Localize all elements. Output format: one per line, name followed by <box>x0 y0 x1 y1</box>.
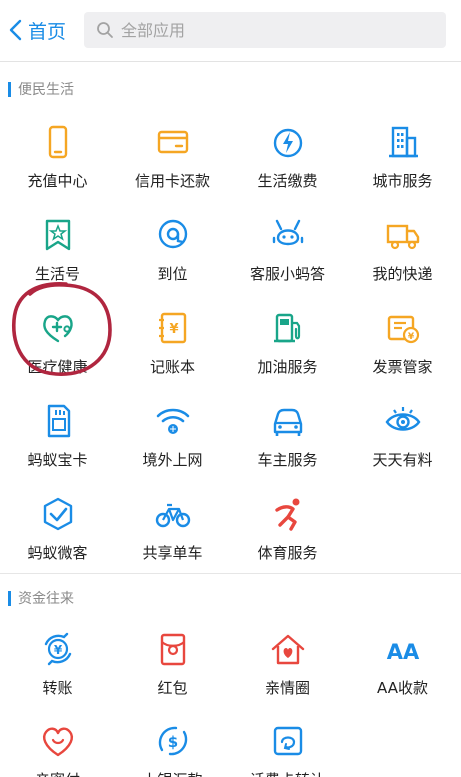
app-item-label: 上银汇款 <box>142 769 202 777</box>
app-item-label: 亲情圈 <box>264 679 310 697</box>
credit-card-icon <box>153 122 193 162</box>
app-item[interactable]: AA AA收款 <box>345 615 460 707</box>
app-item[interactable]: 我的快递 <box>345 201 460 293</box>
section-title: 资金往来 <box>18 591 74 607</box>
app-item-label: 红包 <box>157 679 188 697</box>
app-item[interactable]: 蚂蚁宝卡 <box>0 387 115 479</box>
app-item[interactable]: ¥ 转账 <box>0 615 115 707</box>
app-item-label: 体育服务 <box>257 544 318 562</box>
app-item[interactable]: 车主服务 <box>230 387 345 479</box>
running-figure-icon <box>268 494 308 534</box>
account-book-icon: ¥ <box>153 308 193 348</box>
chevron-left-icon <box>9 19 22 41</box>
app-item-label: 信用卡还款 <box>134 172 210 190</box>
back-button[interactable]: 首页 <box>8 14 66 46</box>
sim-card-icon <box>38 401 78 441</box>
app-item[interactable]: 生活缴费 <box>230 108 345 200</box>
app-item[interactable]: 红包 <box>115 615 230 707</box>
app-item-label: 蚂蚁宝卡 <box>27 451 88 469</box>
app-item[interactable]: 到位 <box>115 201 230 293</box>
app-item-label: 发票管家 <box>372 358 433 376</box>
svg-text:¥: ¥ <box>53 643 62 657</box>
eye-icon <box>383 401 423 441</box>
app-item[interactable]: $ 上银汇款 <box>115 707 230 777</box>
app-item-label: 话费卡转让 <box>250 769 325 777</box>
app-item[interactable]: 加油服务 <box>230 294 345 386</box>
app-item[interactable]: 充值中心 <box>0 108 115 200</box>
app-item-label: 天天有料 <box>372 451 433 469</box>
app-item-label: 车主服务 <box>257 451 318 469</box>
family-house-icon <box>268 629 308 669</box>
app-item[interactable]: 亲密付 <box>0 707 115 777</box>
section-divider <box>0 573 461 574</box>
section-header-funds: 资金往来 <box>0 577 461 619</box>
app-item-label: 城市服务 <box>372 172 433 190</box>
app-item[interactable]: 医疗健康 <box>0 294 115 386</box>
app-item[interactable]: 话费卡转让 <box>230 707 345 777</box>
svg-text:AA: AA <box>386 640 419 664</box>
car-icon <box>268 401 308 441</box>
back-label: 首页 <box>28 20 67 43</box>
app-item[interactable]: 体育服务 <box>230 480 345 572</box>
phone-icon <box>38 122 78 162</box>
bicycle-icon <box>153 494 193 534</box>
app-item-label: 生活缴费 <box>257 172 318 190</box>
app-item[interactable]: 蚂蚁微客 <box>0 480 115 572</box>
fuel-pump-icon <box>268 308 308 348</box>
app-item[interactable]: 境外上网 <box>115 387 230 479</box>
red-envelope-icon <box>153 629 193 669</box>
card-transfer-icon <box>268 721 308 761</box>
medical-stethoscope-icon <box>38 308 78 348</box>
app-item-label: 境外上网 <box>142 451 203 469</box>
app-item-label: 记账本 <box>149 358 195 376</box>
section-header-convenience: 便民生活 <box>0 68 461 110</box>
heart-icon <box>38 721 78 761</box>
app-item-label: 我的快递 <box>372 265 433 283</box>
app-item[interactable]: 信用卡还款 <box>115 108 230 200</box>
city-building-icon <box>383 122 423 162</box>
app-item-label: 转账 <box>42 679 73 697</box>
app-item-label: 共享单车 <box>142 544 203 562</box>
invoice-icon: ¥ <box>383 308 423 348</box>
dollar-swirl-icon: $ <box>153 721 193 761</box>
search-bar[interactable] <box>84 12 446 48</box>
top-bar: 首页 <box>0 0 461 62</box>
wifi-globe-icon <box>153 401 193 441</box>
search-input[interactable] <box>121 20 421 40</box>
app-item-label: 客服小蚂答 <box>249 265 325 283</box>
app-item-label: 医疗健康 <box>27 358 88 376</box>
section-accent-bar <box>8 590 11 606</box>
app-item-label: 加油服务 <box>257 358 318 376</box>
svg-text:¥: ¥ <box>169 322 178 337</box>
app-item-label: 蚂蚁微客 <box>27 544 88 562</box>
ant-service-icon <box>268 215 308 255</box>
app-item[interactable]: 生活号 <box>0 201 115 293</box>
search-icon <box>97 22 113 38</box>
app-item-label: AA收款 <box>377 679 428 697</box>
app-item-label: 充值中心 <box>27 172 88 190</box>
app-item[interactable]: ¥ 发票管家 <box>345 294 460 386</box>
hexagon-check-icon <box>38 494 78 534</box>
app-item[interactable]: ¥ 记账本 <box>115 294 230 386</box>
svg-text:¥: ¥ <box>407 332 414 342</box>
section-title: 便民生活 <box>18 82 74 98</box>
location-pin-icon <box>153 215 193 255</box>
app-item[interactable]: 客服小蚂答 <box>230 201 345 293</box>
app-item[interactable]: 亲情圈 <box>230 615 345 707</box>
svg-text:$: $ <box>167 733 177 751</box>
utility-bolt-icon <box>268 122 308 162</box>
section-accent-bar <box>8 81 11 97</box>
app-item-label: 亲密付 <box>35 769 80 777</box>
aa-icon: AA <box>383 629 423 669</box>
app-item[interactable]: 天天有料 <box>345 387 460 479</box>
app-item-label: 到位 <box>157 265 188 283</box>
transfer-yuan-icon: ¥ <box>38 629 78 669</box>
app-item[interactable]: 共享单车 <box>115 480 230 572</box>
bookmark-star-icon <box>38 215 78 255</box>
delivery-truck-icon <box>383 215 423 255</box>
app-item[interactable]: 城市服务 <box>345 108 460 200</box>
app-item-label: 生活号 <box>34 265 80 283</box>
